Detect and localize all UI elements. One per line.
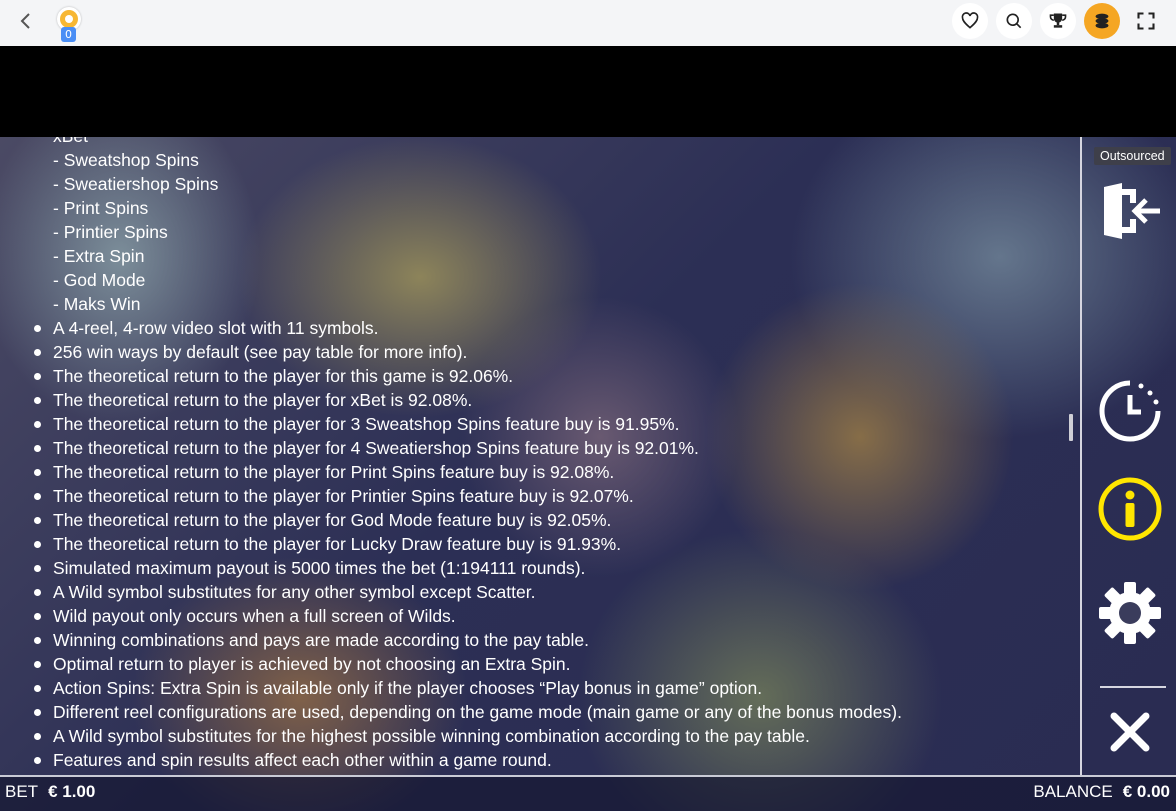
footer-bar: BET € 1.00 BALANCE € 0.00 [0,775,1176,811]
list-item: - Print Spins [53,198,149,218]
list-item: - God Mode [53,270,146,290]
rule-item: The theoretical return to the player for… [33,510,612,530]
outsourced-tooltip: Outsourced [1094,147,1171,165]
history-icon [1099,380,1161,442]
list-item: - Maks Win [53,294,141,314]
fullscreen-icon [1137,12,1155,30]
rule-item: The theoretical return to the player for… [34,438,699,458]
rule-item: Winning combinations and pays are made a… [33,630,590,650]
close-button[interactable] [1096,698,1164,766]
rule-item: Different reel configurations are used, … [34,702,902,722]
list-item: xBet [53,137,88,148]
balance-label: BALANCE [1033,782,1113,801]
bet-display: BET € 1.00 [5,782,95,802]
exit-button[interactable] [1096,177,1164,245]
rule-item: The theoretical return to the player for… [33,390,473,410]
game-sidebar: Outsourced [1080,137,1176,775]
fullscreen-button[interactable] [1128,3,1164,39]
rules-panel[interactable]: xBet - Sweatshop Spins - Sweatiershop Sp… [0,137,1080,775]
coin-count: 0 [61,27,76,42]
rule-item: A Wild symbol substitutes for the highes… [34,726,810,746]
info-icon [1098,477,1162,541]
rule-item: The theoretical return to the player for… [33,534,622,554]
rule-item: The theoretical return to the player for… [33,414,680,434]
top-bar: 0 [0,0,1176,46]
rule-item: The theoretical return to the player for… [33,462,615,482]
rule-item: Simulated maximum payout is 5000 times t… [33,558,586,578]
bet-value: € 1.00 [48,782,96,801]
list-item: - Sweatshop Spins [53,150,199,170]
history-button[interactable] [1096,377,1164,445]
scrollbar-thumb[interactable] [1069,414,1073,441]
favorite-button[interactable] [952,3,988,39]
rule-item: Optimal return to player is achieved by … [34,654,571,674]
list-item: - Printier Spins [53,222,168,242]
rule-item: A Wild symbol substitutes for any other … [33,582,536,602]
game-area: xBet - Sweatshop Spins - Sweatiershop Sp… [0,137,1176,811]
search-icon [1006,13,1022,29]
trophy-icon [1049,13,1067,28]
list-item: - Extra Spin [53,246,145,266]
rule-item: The theoretical return to the player for… [33,366,514,386]
rule-item: The theoretical return to the player for… [34,486,634,506]
back-button[interactable] [14,9,38,33]
settings-button[interactable] [1096,579,1164,647]
info-button[interactable] [1096,475,1164,543]
exit-icon [1104,183,1160,239]
rule-item: Features and spin results affect each ot… [34,750,552,770]
balance-display: BALANCE € 0.00 [1033,782,1170,802]
chevron-left-icon [20,13,30,29]
close-icon [1110,712,1150,752]
settings-icon [1099,582,1161,644]
coins-icon [1095,13,1109,29]
balance-value: € 0.00 [1122,782,1170,801]
bet-label: BET [5,782,39,801]
search-button[interactable] [996,3,1032,39]
heart-icon [961,12,979,29]
rule-item: A 4-reel, 4-row video slot with 11 symbo… [34,318,379,338]
coin-badge[interactable]: 0 [54,5,84,42]
rule-item: 256 win ways by default (see pay table f… [33,342,468,362]
trophy-button[interactable] [1040,3,1076,39]
sidebar-divider [1100,686,1166,688]
coins-button[interactable] [1084,3,1120,39]
list-item: - Sweatiershop Spins [53,174,219,194]
rule-item: Wild payout only occurs when a full scre… [34,606,456,626]
rule-item: Action Spins: Extra Spin is available on… [33,678,763,698]
